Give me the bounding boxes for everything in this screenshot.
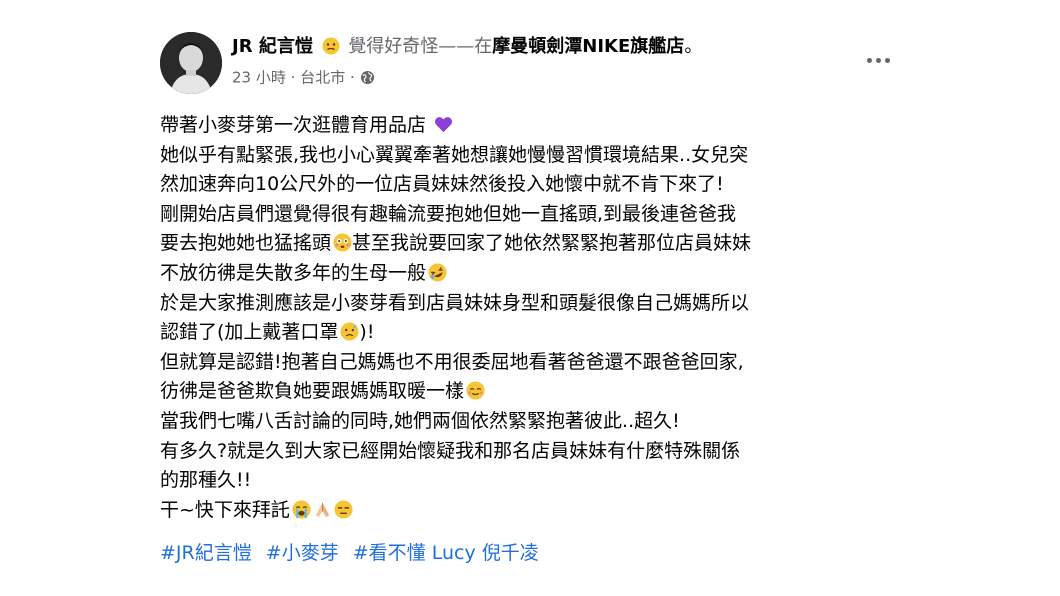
body-line: 剛開始店員們還覺得很有趣輪流要抱她但她一直搖頭,到最後連爸爸我 [160,200,920,230]
hashtag-link[interactable]: #小麥芽 [266,542,339,564]
author-name[interactable]: JR 紀言愷 [232,36,313,57]
more-dot-icon [866,57,872,63]
flushed-face-icon [333,233,352,252]
relieved-face-icon [466,381,485,400]
unamused-face-icon [334,500,353,519]
body-line: 彷彿是爸爸欺負她要跟媽媽取暖一樣 [160,377,920,407]
header-end-mark: 。 [684,36,703,57]
more-options-button[interactable] [858,48,898,72]
folded-hands-icon [315,502,330,517]
body-line: 但就算是認錯!抱著自己媽媽也不用很委屈地看著爸爸還不跟爸爸回家, [160,348,920,378]
body-text: 於是大家推測應該是小麥芽看到店員妹妹身型和頭髮很像自己媽媽所以 [160,291,750,314]
body-line: 干~快下來拜託 [160,496,920,526]
body-text: )! [359,321,375,344]
crying-face-icon [292,500,311,519]
rolling-laughing-face-icon [428,263,447,282]
hashtag-list: #JR紀言愷 #小麥芽 #看不懂 Lucy 倪千凌 [160,538,547,568]
body-text: 要去抱她她也猛搖頭 [160,232,332,255]
post-header: JR 紀言愷 覺得好奇怪——在摩曼頓劍潭NIKE旗艦店。 [232,34,702,60]
facebook-post: JR 紀言愷 覺得好奇怪——在摩曼頓劍潭NIKE旗艦店。 23 小時 · 台北市… [0,0,1060,596]
post-meta: 23 小時 · 台北市 · [232,66,375,88]
post-body: 帶著小麥芽第一次逛體育用品店 她似乎有點緊張,我也小心翼翼牽著她想讓她慢慢習慣環… [160,111,920,525]
body-text: 剛開始店員們還覺得很有趣輪流要抱她但她一直搖頭,到最後連爸爸我 [160,202,737,225]
body-text: 甚至我說要回家了她依然緊緊抱著那位店員妹妹 [352,232,752,255]
body-text: 認錯了(加上戴著口罩 [160,321,339,344]
body-line: 有多久?就是久到大家已經開始懷疑我和那名店員妹妹有什麼特殊關係 [160,437,920,467]
avatar-photo [160,32,222,94]
body-text: 當我們七嘴八舌討論的同時,她們兩個依然緊緊抱著彼此..超久! [160,409,680,432]
hashtag-link[interactable]: #JR紀言愷 [160,542,252,564]
body-text: 她似乎有點緊張,我也小心翼翼牽著她想讓她慢慢習慣環境結果..女兒突 [160,143,749,166]
body-line: 然加速奔向10公尺外的一位店員妹妹然後投入她懷中就不肯下來了! [160,170,920,200]
sad-sweat-face-icon [340,322,359,341]
feeling-text: 覺得好奇怪——在 [348,36,493,57]
check-in-place[interactable]: 摩曼頓劍潭NIKE旗艦店 [492,36,684,57]
meta-separator: · [350,68,355,87]
avatar[interactable] [160,32,222,94]
hashtag-link[interactable]: #看不懂 Lucy 倪千凌 [353,542,539,564]
body-text: 有多久?就是久到大家已經開始懷疑我和那名店員妹妹有什麼特殊關係 [160,439,741,462]
body-text: 彷彿是爸爸欺負她要跟媽媽取暖一樣 [160,380,465,403]
more-dot-icon [884,57,890,63]
body-line: 認錯了(加上戴著口罩 )! [160,318,920,348]
body-text: 帶著小麥芽第一次逛體育用品店 [160,114,427,136]
body-line: 不放彷彿是失散多年的生母一般 [160,259,920,289]
purple-heart-icon [435,117,453,133]
body-line: 於是大家推測應該是小麥芽看到店員妹妹身型和頭髮很像自己媽媽所以 [160,289,920,319]
body-line: 要去抱她她也猛搖頭 甚至我說要回家了她依然緊緊抱著那位店員妹妹 [160,229,920,259]
globe-icon[interactable] [360,69,375,87]
body-text: 不放彷彿是失散多年的生母一般 [160,261,427,284]
body-line: 她似乎有點緊張,我也小心翼翼牽著她想讓她慢慢習慣環境結果..女兒突 [160,141,920,171]
body-text: 然加速奔向10公尺外的一位店員妹妹然後投入她懷中就不肯下來了! [160,173,724,196]
confused-face-icon [322,37,340,63]
body-line: 當我們七嘴八舌討論的同時,她們兩個依然緊緊抱著彼此..超久! [160,407,920,437]
body-text: 的那種久!! [160,469,252,492]
body-line: 的那種久!! [160,466,920,496]
more-dot-icon [875,57,881,63]
post-location[interactable]: 台北市 [300,69,345,87]
body-text: 干~快下來拜託 [160,498,290,521]
body-line: 帶著小麥芽第一次逛體育用品店 [160,111,920,141]
post-timestamp[interactable]: 23 小時 [232,69,286,87]
body-text: 但就算是認錯!抱著自己媽媽也不用很委屈地看著爸爸還不跟爸爸回家, [160,350,744,373]
meta-separator: · [290,68,296,87]
